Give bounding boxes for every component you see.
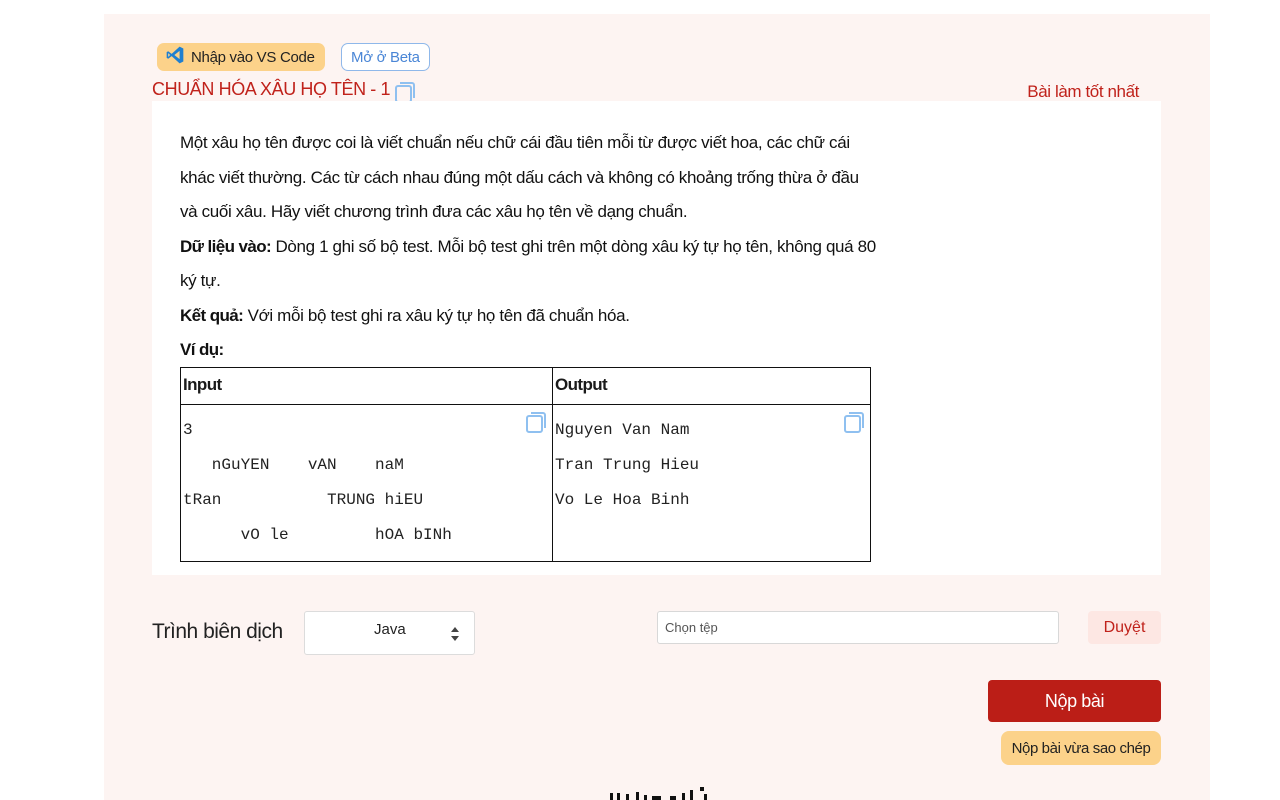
example-table: Input Output 3 nGuYEN vAN naM tRan TRUNG… <box>180 367 871 562</box>
open-beta-button[interactable]: Mở ở Beta <box>341 43 430 71</box>
open-beta-label: Mở ở Beta <box>351 48 420 66</box>
browse-label: Duyệt <box>1103 618 1146 636</box>
output-spec-label: Kết quả: <box>180 305 244 325</box>
compiler-label: Trình biên dịch <box>152 620 283 643</box>
sort-arrows-icon <box>450 626 460 642</box>
example-header-input: Input <box>180 367 553 405</box>
copy-icon[interactable] <box>842 410 866 434</box>
import-vscode-label: Nhập vào VS Code <box>191 48 315 66</box>
example-heading: Ví dụ: <box>180 340 224 359</box>
best-submission-link[interactable]: Bài làm tốt nhất <box>1027 82 1139 102</box>
example-header-output: Output <box>552 367 871 405</box>
problem-description: Một xâu họ tên được coi là viết chuẩn nế… <box>180 126 880 368</box>
import-vscode-button[interactable]: Nhập vào VS Code <box>157 43 325 71</box>
input-spec-text: Dòng 1 ghi số bộ test. Mỗi bộ test ghi t… <box>180 236 876 291</box>
copy-icon[interactable] <box>524 410 548 434</box>
cutoff-heading-fragment <box>608 784 712 800</box>
example-output-text: Nguyen Van Nam Tran Trung Hieu Vo Le Hoa… <box>555 421 700 509</box>
problem-statement: Một xâu họ tên được coi là viết chuẩn nế… <box>180 133 859 221</box>
input-spec: Dữ liệu vào: Dòng 1 ghi số bộ test. Mỗi … <box>180 230 880 299</box>
file-input[interactable] <box>657 611 1059 644</box>
problem-title: CHUẨN HÓA XÂU HỌ TÊN - 1 <box>152 79 391 99</box>
example-input-cell: 3 nGuYEN vAN naM tRan TRUNG hiEU vO le h… <box>180 404 553 562</box>
output-spec: Kết quả: Với mỗi bộ test ghi ra xâu ký t… <box>180 299 880 334</box>
example-output-cell: Nguyen Van Nam Tran Trung Hieu Vo Le Hoa… <box>552 404 871 562</box>
output-spec-text: Với mỗi bộ test ghi ra xâu ký tự họ tên … <box>243 305 630 325</box>
compiler-select[interactable]: Java <box>304 611 475 655</box>
compiler-select-value: Java <box>374 621 406 638</box>
example-input-text: 3 nGuYEN vAN naM tRan TRUNG hiEU vO le h… <box>183 421 452 544</box>
submit-button[interactable]: Nộp bài <box>988 680 1161 722</box>
problem-title-row: CHUẨN HÓA XÂU HỌ TÊN - 1 <box>152 79 391 100</box>
submit-copied-button[interactable]: Nộp bài vừa sao chép <box>1001 731 1161 765</box>
vscode-icon <box>165 45 185 69</box>
browse-button[interactable]: Duyệt <box>1088 611 1161 644</box>
submit-label: Nộp bài <box>1044 690 1105 711</box>
submit-copied-label: Nộp bài vừa sao chép <box>1011 739 1151 757</box>
input-spec-label: Dữ liệu vào: <box>180 236 272 256</box>
